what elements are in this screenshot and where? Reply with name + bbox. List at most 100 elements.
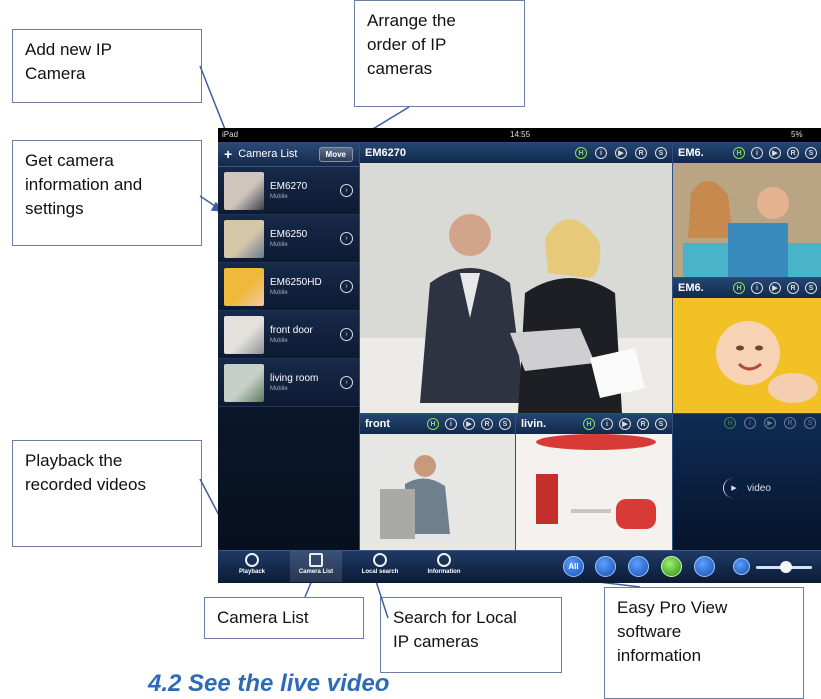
hd-icon[interactable]: H <box>733 282 745 294</box>
volume-icon[interactable] <box>733 558 750 575</box>
hd-icon[interactable]: H <box>575 147 587 159</box>
play-icon[interactable]: ▶ <box>619 418 631 430</box>
toolbar-information[interactable]: Information <box>418 553 470 575</box>
record-icon[interactable]: R <box>787 282 799 294</box>
camera-view-bottom-middle[interactable]: livin. H i ▶ R S <box>515 413 673 552</box>
playback-icon <box>245 553 259 567</box>
camera-list-item[interactable]: front door Mobile › <box>218 311 359 359</box>
callout-camera-info: Get camera information and settings <box>12 140 202 246</box>
snapshot-icon[interactable]: S <box>499 418 511 430</box>
volume-slider-knob[interactable] <box>780 561 792 573</box>
play-icon[interactable]: ▶ <box>615 147 627 159</box>
move-button[interactable]: Move <box>318 146 353 162</box>
snapshot-icon[interactable]: S <box>655 418 667 430</box>
camera-list-item-text: EM6250 Mobile <box>270 229 340 248</box>
camera-view-mid-right[interactable]: EM6. H i ▶ R S <box>672 277 821 414</box>
play-icon[interactable]: ▶ <box>769 282 781 294</box>
callout-camera-list: Camera List <box>204 597 364 639</box>
toolbar-camera-list-label: Camera List <box>298 569 334 575</box>
camera-list-item[interactable]: EM6250HD Mobile › <box>218 263 359 311</box>
view-all-button[interactable]: All <box>563 556 584 577</box>
view-icons-disabled: H i ▶ R S <box>673 417 821 429</box>
callout-arrange: Arrange the order of IP cameras <box>354 0 525 107</box>
camera-list-item[interactable]: EM6270 Mobile › <box>218 167 359 215</box>
camera-thumbnail <box>224 219 264 258</box>
hd-icon[interactable]: H <box>733 147 745 159</box>
callout-playback: Playback the recorded videos <box>12 440 202 547</box>
camera-name: living room <box>270 373 319 384</box>
volume-slider[interactable] <box>756 561 812 573</box>
search-icon <box>373 553 387 567</box>
camera-view-top-right[interactable]: EM6. H i ▶ R S <box>672 142 821 279</box>
record-icon[interactable]: R <box>787 147 799 159</box>
information-icon <box>437 553 451 567</box>
camera-view-empty[interactable]: H i ▶ R S ▶ video <box>672 413 821 552</box>
play-icon: ▶ <box>764 417 776 429</box>
callout-easy-pro-view: Easy Pro View software information <box>604 587 804 699</box>
callout-local-search: Search for Local IP cameras <box>380 597 562 673</box>
record-icon[interactable]: R <box>481 418 493 430</box>
single-view-icon[interactable] <box>595 556 616 577</box>
camera-type: Mobile <box>270 194 288 200</box>
video-frame-main <box>360 163 672 413</box>
record-icon[interactable]: R <box>635 147 647 159</box>
sidebar-title: Camera List <box>238 148 298 160</box>
view-icons: H i ▶ R S <box>575 147 667 159</box>
add-video-placeholder[interactable]: ▶ video <box>723 478 771 498</box>
info-icon[interactable]: i <box>595 147 607 159</box>
camera-name: EM6250 <box>270 229 308 240</box>
play-icon[interactable]: ▶ <box>769 147 781 159</box>
hd-icon[interactable]: H <box>583 418 595 430</box>
camera-thumbnail <box>224 267 264 306</box>
camera-type: Mobile <box>270 290 288 296</box>
chevron-right-icon[interactable]: › <box>340 184 353 197</box>
chevron-right-icon[interactable]: › <box>340 328 353 341</box>
six-view-icon[interactable] <box>661 556 682 577</box>
camera-list-item[interactable]: EM6250 Mobile › <box>218 215 359 263</box>
view-icons: H i ▶ R S <box>427 418 511 430</box>
camera-list: EM6270 Mobile › EM6250 Mobile › EM6250HD Mobile… <box>218 167 359 407</box>
add-camera-button[interactable]: + <box>224 146 232 162</box>
toolbar-local-search-label: Local search <box>361 569 399 575</box>
view-bar-top-right: EM6. H i ▶ R S <box>673 143 821 163</box>
camera-view-bottom-left[interactable]: front H i ▶ R S <box>359 413 517 552</box>
chevron-right-icon[interactable]: › <box>340 280 353 293</box>
toolbar-local-search[interactable]: Local search <box>354 553 406 575</box>
camera-type: Mobile <box>270 338 288 344</box>
status-time: 14:55 <box>510 130 531 139</box>
view-title-mid-right: EM6. <box>678 282 704 294</box>
toolbar-playback[interactable]: Playback <box>226 553 278 575</box>
callout-add-camera: Add new IP Camera <box>12 29 202 103</box>
snapshot-icon[interactable]: S <box>805 147 817 159</box>
record-icon[interactable]: R <box>637 418 649 430</box>
sidebar-header: + Camera List Move <box>218 142 359 167</box>
camera-thumbnail <box>224 171 264 210</box>
camera-name: EM6270 <box>270 181 308 192</box>
info-icon[interactable]: i <box>445 418 457 430</box>
info-icon[interactable]: i <box>751 282 763 294</box>
play-icon[interactable]: ▶ <box>463 418 475 430</box>
toolbar-camera-list[interactable]: Camera List <box>290 551 342 582</box>
camera-list-item-text: EM6270 Mobile <box>270 181 340 200</box>
view-bar-mid-right: EM6. H i ▶ R S <box>673 278 821 298</box>
chevron-right-icon[interactable]: › <box>340 232 353 245</box>
bottom-toolbar: Playback Camera List Local search Inform… <box>218 550 821 583</box>
view-icons: H i ▶ R S <box>583 418 667 430</box>
video-frame-bottom-left <box>360 434 516 551</box>
video-play-icon: ▶ <box>723 478 744 498</box>
hd-icon[interactable]: H <box>427 418 439 430</box>
quad-view-icon[interactable] <box>628 556 649 577</box>
nine-view-icon[interactable] <box>694 556 715 577</box>
camera-list-item[interactable]: living room Mobile › <box>218 359 359 407</box>
chevron-right-icon[interactable]: › <box>340 376 353 389</box>
info-icon[interactable]: i <box>751 147 763 159</box>
video-label: video <box>747 482 771 494</box>
video-frame-bottom-middle <box>516 434 672 551</box>
snapshot-icon[interactable]: S <box>805 282 817 294</box>
video-frame-top-right <box>673 163 821 278</box>
info-icon[interactable]: i <box>601 418 613 430</box>
view-bar-bottom-left: front H i ▶ R S <box>360 414 516 434</box>
camera-view-main[interactable]: EM6270 H i ▶ R S <box>359 142 673 414</box>
snapshot-icon[interactable]: S <box>655 147 667 159</box>
toolbar-playback-label: Playback <box>238 569 266 575</box>
